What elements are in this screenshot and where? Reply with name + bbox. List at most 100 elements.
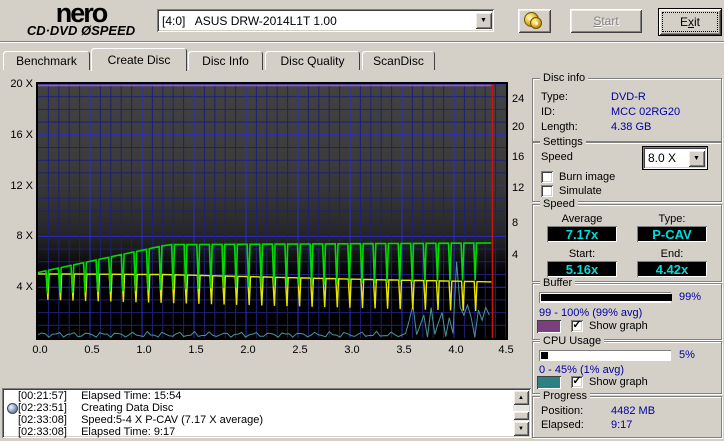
tab-scandisc[interactable]: ScanDisc	[362, 51, 435, 70]
tab-label: Disc Quality	[280, 53, 345, 68]
nero-logo: nero CD·DVD ØSPEED	[6, 0, 156, 38]
tab-label: ScanDisc	[373, 53, 424, 68]
log-panel: [00:21:57] Elapsed Time: 15:54 [02:23:51…	[2, 388, 531, 438]
speed-group: Speed Average Type: 7.17x P-CAV Start: E…	[532, 198, 722, 282]
tab-label: Benchmark	[16, 53, 77, 68]
log-entry: [00:21:57] Elapsed Time: 15:54	[5, 390, 511, 402]
nero-logo-text: nero	[55, 0, 109, 28]
y-axis-tick: 8 X	[16, 230, 33, 242]
buffer-show-graph-label: Show graph	[589, 320, 648, 332]
speed-select-label: Speed	[541, 151, 573, 163]
buffer-bar	[539, 292, 672, 303]
position-label: Position:	[541, 405, 584, 417]
y-axis-tick: 20 X	[10, 78, 33, 90]
log-entry: [02:33:08] Elapsed Time: 9:17	[5, 426, 511, 438]
progress-group: Progress Position: 4482 MB Elapsed: 9:17	[532, 390, 722, 438]
cpu-usage-group: CPU Usage 5% 0 - 45% (1% avg) ✓ Show gra…	[532, 335, 722, 394]
start-button-label: Start	[593, 14, 619, 28]
group-title: Disc info	[540, 72, 589, 84]
right-axis-tick: 24	[512, 93, 525, 105]
exit-button-label: Exit	[679, 15, 700, 29]
log-entry: [02:23:51] Creating Data Disc	[5, 402, 511, 414]
tab-label: Create Disc	[107, 52, 171, 67]
scrollbar-thumb[interactable]	[513, 411, 529, 420]
group-title: Speed	[540, 198, 578, 210]
log-text: Elapsed Time: 9:17	[81, 426, 176, 438]
cpu-percent: 5%	[679, 349, 695, 361]
cpu-bar	[539, 350, 671, 361]
start-speed-label: Start:	[568, 248, 596, 260]
toolbar-divider-highlight	[0, 42, 724, 43]
disc-id-value: MCC 02RG20	[611, 106, 681, 118]
disc-type-value: DVD-R	[611, 91, 646, 103]
position-value: 4482 MB	[611, 405, 656, 417]
settings-group: Settings Speed 8.0 X ▼ Burn image Simula…	[532, 136, 722, 202]
tab-benchmark[interactable]: Benchmark	[3, 51, 90, 70]
disc-length-label: Length:	[541, 121, 578, 133]
group-title: Buffer	[540, 277, 576, 289]
x-axis-tick: 1.0	[136, 344, 152, 356]
group-title: Settings	[540, 136, 586, 148]
y-axis-tick: 12 X	[10, 180, 33, 192]
disc-info-group: Disc info Type: DVD-R ID: MCC 02RG20 Len…	[532, 72, 722, 142]
drive-select-value: [4:0] ASUS DRW-2014L1T 1.00	[162, 13, 337, 28]
cddvd-speed-logo-text: CD·DVD ØSPEED	[26, 23, 136, 38]
buffer-show-graph-checkbox[interactable]: ✓	[571, 320, 583, 332]
scroll-down-icon[interactable]: ▼	[513, 421, 529, 436]
speed-select[interactable]: 8.0 X ▼	[642, 146, 708, 170]
burn-image-label: Burn image	[559, 171, 616, 183]
x-axis-tick: 4.5	[498, 344, 514, 356]
x-axis-tick: 0.0	[32, 344, 48, 356]
log-text: Elapsed Time: 15:54	[81, 390, 182, 402]
right-axis-tick: 4	[512, 249, 519, 261]
tab-create-disc[interactable]: Create Disc	[91, 48, 187, 71]
log-time: [02:33:08]	[18, 426, 67, 438]
speed-type-label: Type:	[658, 213, 686, 225]
speed-type-value: P-CAV	[637, 226, 707, 242]
scroll-up-icon[interactable]: ▲	[513, 390, 529, 405]
disc-length-value: 4.38 GB	[611, 121, 652, 133]
buffer-group: Buffer 99% 99 - 100% (99% avg) ✓ Show gr…	[532, 277, 722, 340]
start-button[interactable]: Start	[570, 9, 642, 33]
end-speed-label: End:	[660, 248, 684, 260]
x-axis-tick: 2.0	[240, 344, 256, 356]
end-speed-value: 4.42x	[637, 261, 707, 277]
log-time: [00:21:57]	[18, 390, 67, 402]
log-time: [02:33:08]	[18, 414, 67, 426]
x-axis-tick: 1.5	[188, 344, 204, 356]
chevron-down-icon[interactable]: ▼	[475, 12, 492, 29]
disc-icon	[530, 17, 542, 29]
tab-disc-quality[interactable]: Disc Quality	[265, 51, 360, 70]
tab-label: Disc Info	[202, 53, 249, 68]
group-title: CPU Usage	[540, 335, 605, 347]
log-entry: [02:33:08] Speed:5-4 X P-CAV (7.17 X ave…	[5, 414, 511, 426]
right-axis-tick: 12	[512, 182, 525, 194]
drive-select[interactable]: [4:0] ASUS DRW-2014L1T 1.00 ▼	[157, 9, 494, 32]
buffer-color-swatch	[537, 320, 561, 333]
tab-disc-info[interactable]: Disc Info	[188, 51, 263, 70]
x-axis-tick: 2.5	[292, 344, 308, 356]
y-axis-tick: 16 X	[10, 129, 33, 141]
right-axis-tick: 16	[512, 151, 525, 163]
speed-select-value: 8.0 X	[648, 151, 677, 165]
write-speed-chart	[36, 82, 508, 340]
disc-icon	[7, 403, 18, 414]
y-axis-tick: 4 X	[16, 281, 33, 293]
simulate-label: Simulate	[559, 185, 602, 197]
cpu-show-graph-checkbox[interactable]: ✓	[571, 376, 583, 388]
media-info-button[interactable]	[518, 9, 551, 33]
average-speed-label: Average	[561, 213, 603, 225]
buffer-range: 99 - 100% (99% avg)	[539, 307, 643, 319]
log-scrollbar[interactable]: ▲ ▼	[513, 390, 529, 436]
app-window: nero CD·DVD ØSPEED [4:0] ASUS DRW-2014L1…	[0, 0, 724, 441]
exit-button[interactable]: Exit	[658, 8, 722, 36]
disc-type-label: Type:	[541, 91, 568, 103]
cpu-color-swatch	[537, 376, 561, 389]
chevron-down-icon[interactable]: ▼	[688, 149, 705, 167]
burn-image-checkbox[interactable]	[541, 171, 553, 183]
x-axis-tick: 4.0	[448, 344, 464, 356]
simulate-checkbox[interactable]	[541, 185, 553, 197]
log-text: Creating Data Disc	[81, 402, 174, 414]
disc-id-label: ID:	[541, 106, 556, 118]
elapsed-value: 9:17	[611, 419, 633, 431]
